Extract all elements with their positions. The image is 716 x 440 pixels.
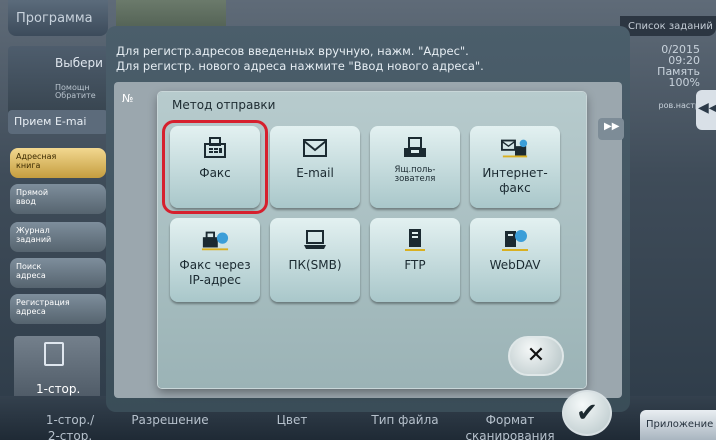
- method-ip-fax-label: Факс через IP-адрес: [179, 258, 251, 287]
- computer-icon: [301, 228, 329, 252]
- duplex-setting[interactable]: 1-стор./2-стор.: [30, 412, 110, 440]
- internet-fax-icon: [501, 136, 529, 160]
- close-button[interactable]: ✕: [508, 336, 564, 376]
- address-search-button[interactable]: Поиск адреса: [10, 258, 106, 288]
- number-column-header: №: [122, 92, 134, 105]
- application-button[interactable]: Приложение: [640, 410, 716, 440]
- page-icon: [44, 342, 64, 366]
- file-type-setting[interactable]: Тип файла: [360, 412, 450, 428]
- ip-fax-icon: [201, 228, 229, 252]
- method-webdav-label: WebDAV: [489, 258, 541, 272]
- selection-highlight: [162, 120, 268, 214]
- scan-format-setting[interactable]: Формат сканирования: [460, 412, 560, 440]
- envelope-icon: [301, 136, 329, 160]
- fast-forward-button[interactable]: ▶▶: [598, 118, 624, 140]
- method-smb-button[interactable]: ПК(SMB): [270, 218, 360, 302]
- resolution-setting[interactable]: Разрешение: [120, 412, 220, 428]
- method-ip-fax-button[interactable]: Факс через IP-адрес: [170, 218, 260, 302]
- receive-email-tab[interactable]: Прием E-mai: [8, 110, 108, 134]
- job-log-button[interactable]: Журнал заданий: [10, 222, 106, 252]
- user-box-icon: [401, 136, 429, 160]
- method-ftp-button[interactable]: FTP: [370, 218, 460, 302]
- method-email-label: E-mail: [296, 166, 334, 180]
- close-icon: ✕: [526, 343, 546, 368]
- method-email-button[interactable]: E-mail: [270, 126, 360, 208]
- task-list-tab[interactable]: Список заданий: [620, 16, 716, 36]
- method-internet-fax-button[interactable]: Интернет- факс: [470, 126, 560, 208]
- mode-panel-title: Выбери: [55, 56, 103, 70]
- address-book-button[interactable]: Адресная книга: [10, 148, 106, 178]
- rewind-icon[interactable]: ◀◀: [696, 90, 716, 130]
- send-method-popup: Метод отправки Факс E-mail Ящ.поль- зова…: [158, 92, 586, 388]
- popup-title: Метод отправки: [172, 98, 276, 112]
- ftp-server-icon: [401, 228, 429, 252]
- address-registration-button[interactable]: Регистрация адреса: [10, 294, 106, 324]
- color-setting[interactable]: Цвет: [262, 412, 322, 428]
- ok-button[interactable]: ✔: [562, 390, 612, 436]
- mode-panel-subtitle: Помощн Обратите: [55, 83, 96, 100]
- method-webdav-button[interactable]: WebDAV: [470, 218, 560, 302]
- checkmark-icon: ✔: [576, 398, 598, 428]
- program-tab[interactable]: Программа: [8, 0, 108, 36]
- webdav-icon: [501, 228, 529, 252]
- method-ftp-label: FTP: [404, 258, 426, 272]
- task-list-label: Список заданий: [628, 20, 713, 32]
- simplex-label: 1-стор.: [36, 382, 81, 396]
- method-smb-label: ПК(SMB): [288, 258, 342, 272]
- method-user-box-label: Ящ.поль- зователя: [394, 165, 436, 184]
- method-internet-fax-label: Интернет- факс: [482, 166, 548, 195]
- program-tab-label: Программа: [16, 10, 93, 26]
- direct-input-button[interactable]: Прямой ввод: [10, 184, 106, 214]
- method-user-box-button[interactable]: Ящ.поль- зователя: [370, 126, 460, 208]
- dialog-message: Для регистр.адресов введенных вручную, н…: [116, 44, 484, 73]
